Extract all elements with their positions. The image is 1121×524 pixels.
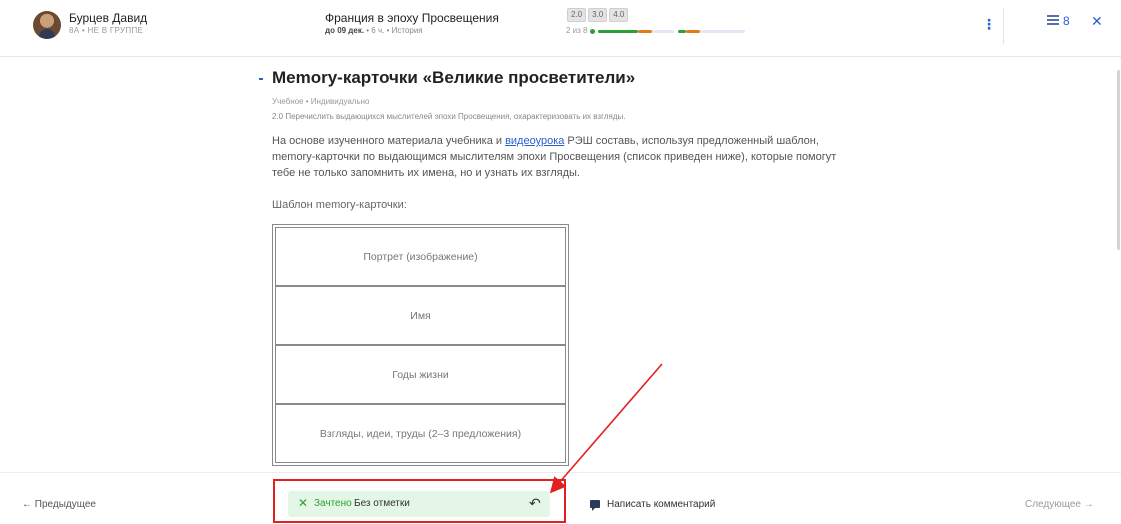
progress-segment: [598, 30, 638, 33]
close-icon[interactable]: ✕: [1091, 13, 1103, 30]
lesson-meta: до 09 дек. • 6 ч. • История: [325, 26, 423, 35]
grade-status[interactable]: Зачтено: [314, 498, 352, 509]
template-label: Шаблон memory-карточки:: [272, 199, 407, 211]
template-cell-name: Имя: [275, 286, 566, 345]
task-count[interactable]: 8: [1063, 14, 1070, 28]
top-bar: Бурцев Давид 8А • НЕ В ГРУППЕ Франция в …: [0, 0, 1121, 57]
progress-segment: [678, 30, 686, 33]
comment-icon[interactable]: [590, 500, 600, 511]
progress-segment: [686, 30, 700, 33]
previous-button[interactable]: ← Предыдущее: [22, 499, 96, 510]
level-badge: 3.0: [588, 8, 608, 22]
student-avatar[interactable]: [33, 11, 61, 39]
task-description: На основе изученного материала учебника …: [272, 133, 862, 181]
task-list-icon[interactable]: [1047, 15, 1059, 25]
template-cell-years: Годы жизни: [275, 345, 566, 404]
memory-card-template: Портрет (изображение) Имя Годы жизни Взг…: [272, 224, 569, 466]
level-badge: 4.0: [609, 8, 629, 22]
write-comment-button[interactable]: Написать комментарий: [607, 499, 715, 510]
progress-segment: [638, 30, 652, 33]
more-options-icon[interactable]: ⋮: [982, 16, 996, 33]
progress-segment: [652, 30, 674, 33]
next-button[interactable]: Следующее →: [1025, 499, 1094, 510]
template-cell-views: Взгляды, идеи, труды (2–3 предложения): [275, 404, 566, 463]
scrollbar[interactable]: [1117, 70, 1120, 250]
undo-icon[interactable]: ↶: [529, 495, 541, 512]
grade-mark[interactable]: Без отметки: [354, 498, 410, 509]
task-type: Учебное • Индивидуально: [272, 97, 370, 106]
lesson-deadline: до 09 дек.: [325, 26, 365, 35]
student-name[interactable]: Бурцев Давид: [69, 11, 147, 25]
level-badges: 2.0 3.0 4.0: [567, 8, 629, 22]
task-goal: 2.0 Перечислить выдающихся мыслителей эп…: [272, 112, 626, 121]
task-title: Memory-карточки «Великие просветители»: [272, 68, 636, 87]
grade-status-icon: ✕: [298, 496, 309, 510]
task-body-text: На основе изученного материала учебника …: [272, 135, 506, 147]
level-badge: 2.0: [567, 8, 587, 22]
progress-dot: [590, 29, 595, 34]
template-cell-portrait: Портрет (изображение): [275, 227, 566, 286]
task-bullet: [259, 78, 263, 80]
lesson-meta-rest: • 6 ч. • История: [364, 26, 423, 35]
video-lesson-link[interactable]: видеоурока: [505, 135, 564, 147]
divider: [1003, 8, 1004, 44]
lesson-title[interactable]: Франция в эпоху Просвещения: [325, 11, 499, 25]
progress-track: [590, 29, 750, 34]
progress-text: 2 из 8: [566, 26, 588, 35]
student-group: 8А • НЕ В ГРУППЕ: [69, 26, 144, 35]
progress-segment: [700, 30, 745, 33]
